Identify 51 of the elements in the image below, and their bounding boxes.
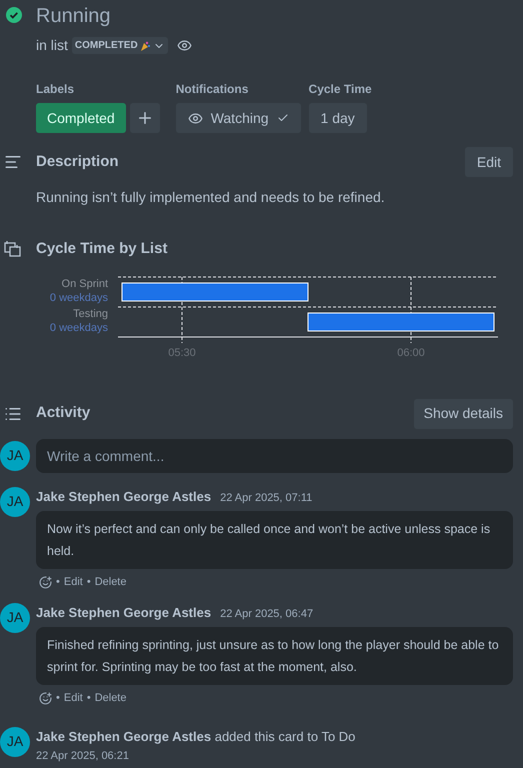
duration-label: 0 weekdays	[50, 290, 108, 304]
user-avatar[interactable]: JA	[0, 486, 30, 516]
separator-dot: •	[86, 691, 91, 706]
comment-action-link[interactable]: Edit	[64, 690, 83, 706]
list-dropdown[interactable]: COMPLETED	[72, 37, 168, 54]
section-heading: Description	[36, 152, 120, 172]
comment-time[interactable]: 22 Apr 2025, 06:47	[220, 606, 314, 622]
card-title[interactable]: Running	[36, 4, 523, 28]
list-name: On Sprint	[62, 276, 108, 290]
calendar-icon	[4, 240, 22, 258]
time-tick-label: 06:00	[397, 346, 425, 360]
duration-label: 0 weekdays	[50, 320, 108, 334]
author-name[interactable]: Jake Stephen George Astles	[36, 728, 212, 744]
comment-text: Now it’s perfect and can only be called once and won’t be active unless space is held.	[36, 511, 513, 569]
section-heading: Cycle Time by List	[36, 239, 168, 259]
user-avatar[interactable]: JA	[0, 726, 30, 756]
cycle-time-button[interactable]: 1 day	[308, 103, 367, 133]
author-name[interactable]: Jake Stephen George Astles	[36, 602, 212, 622]
separator-dot: •	[56, 575, 60, 590]
add-label-button[interactable]	[130, 103, 160, 133]
field-heading: Notifications	[176, 81, 250, 98]
comment-action-link[interactable]: Delete	[94, 574, 126, 590]
comment-field[interactable]: Write a comment...	[36, 438, 513, 472]
user-avatar[interactable]: JA	[0, 602, 30, 632]
list-name: Testing	[73, 306, 108, 320]
add-reaction-icon[interactable]	[39, 576, 52, 589]
add-reaction-icon[interactable]	[39, 692, 52, 705]
field-heading: Cycle Time	[308, 81, 372, 98]
event-text: added this card to To Do	[214, 728, 356, 744]
comment-text: Finished refining sprinting, just unsure as to how long the player should be able to sprint for. Sprinting may be too fast at the moment, also.	[36, 627, 513, 685]
eye-icon	[188, 110, 203, 126]
edit-button[interactable]: Edit	[464, 147, 513, 177]
event-time[interactable]: 22 Apr 2025, 06:21	[36, 748, 356, 764]
comment-time[interactable]: 22 Apr 2025, 07:11	[220, 490, 312, 506]
watch-button[interactable]: Watching	[176, 103, 301, 133]
description-icon	[4, 153, 22, 171]
party-popper-icon	[140, 40, 150, 50]
user-avatar[interactable]: JA	[0, 440, 30, 470]
section-heading: Activity	[36, 403, 92, 424]
list-prefix: in list	[36, 36, 68, 55]
label-chip[interactable]: Completed	[36, 103, 126, 133]
description-text: Running isn’t fully implemented and needs to be refined.	[36, 188, 386, 207]
check-circle-icon[interactable]	[6, 7, 22, 23]
field-heading: Labels	[36, 81, 76, 98]
comment-action-link[interactable]: Edit	[64, 574, 83, 590]
time-tick-label: 05:30	[168, 346, 196, 360]
separator-dot: •	[86, 575, 91, 590]
show-details-button[interactable]: Show details	[414, 398, 513, 428]
author-name[interactable]: Jake Stephen George Astles	[36, 486, 212, 506]
separator-dot: •	[56, 691, 60, 706]
comment-action-link[interactable]: Delete	[94, 690, 126, 706]
